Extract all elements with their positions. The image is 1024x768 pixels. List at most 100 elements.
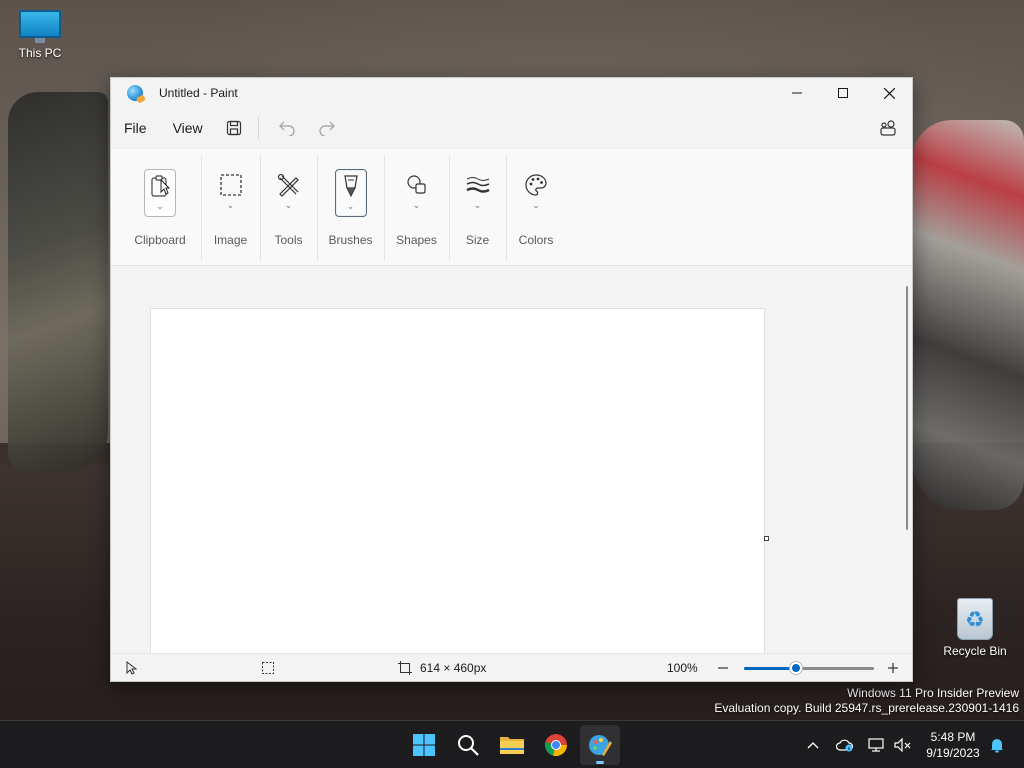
ribbon-group-label: Size bbox=[465, 233, 490, 247]
chevron-down-icon: ⌄ bbox=[156, 201, 164, 211]
desktop-icon-this-pc[interactable]: This PC bbox=[0, 10, 80, 60]
watermark-line-1: Windows 11 Pro Insider Preview bbox=[847, 686, 1019, 700]
chrome-button[interactable] bbox=[536, 725, 576, 765]
colors-button[interactable]: ⌄ bbox=[520, 169, 552, 217]
ribbon-group-brushes: ⌄ Brushes bbox=[317, 149, 384, 265]
notifications-button[interactable] bbox=[986, 721, 1008, 768]
ribbon-group-label: Shapes bbox=[396, 233, 437, 247]
paint-app-icon bbox=[127, 85, 143, 101]
drawing-canvas[interactable] bbox=[150, 308, 765, 655]
search-button[interactable] bbox=[448, 725, 488, 765]
system-clock[interactable]: 5:48 PM 9/19/2023 bbox=[918, 729, 988, 761]
ribbon-group-colors: ⌄ Colors bbox=[506, 149, 566, 265]
ribbon-group-image: ⌄ Image bbox=[201, 149, 260, 265]
this-pc-icon bbox=[19, 10, 61, 43]
menu-separator bbox=[257, 117, 259, 139]
zoom-slider[interactable] bbox=[744, 654, 874, 681]
selection-icon bbox=[262, 662, 274, 674]
bell-icon bbox=[991, 739, 1003, 753]
close-button[interactable] bbox=[866, 78, 912, 108]
ribbon-group-tools: ⌄ Tools bbox=[260, 149, 317, 265]
ribbon-group-label: Colors bbox=[518, 233, 554, 247]
network-icon bbox=[868, 738, 884, 752]
file-explorer-button[interactable] bbox=[492, 725, 532, 765]
network-tray-button[interactable] bbox=[866, 721, 888, 768]
minus-icon bbox=[718, 667, 728, 669]
chevron-down-icon: ⌄ bbox=[226, 200, 235, 210]
zoom-slider-thumb[interactable] bbox=[790, 661, 802, 674]
canvas-size-display: 614 × 460px bbox=[398, 654, 487, 681]
ribbon-group-label: Tools bbox=[274, 233, 303, 247]
paint-taskbar-button[interactable] bbox=[580, 725, 620, 765]
undo-icon bbox=[278, 121, 295, 136]
title-bar[interactable]: Untitled - Paint bbox=[111, 78, 912, 108]
line-width-icon bbox=[465, 177, 490, 193]
plus-icon bbox=[888, 663, 898, 673]
menu-bar: File View bbox=[111, 108, 912, 148]
tools-icon bbox=[277, 173, 299, 197]
watermark-line-2: Evaluation copy. Build 25947.rs_prerelea… bbox=[714, 701, 1019, 715]
chevron-down-icon: ⌄ bbox=[284, 200, 293, 210]
vertical-scrollbar[interactable] bbox=[906, 286, 908, 530]
maximize-button[interactable] bbox=[820, 78, 866, 108]
wallpaper-figure-right bbox=[912, 120, 1024, 510]
volume-tray-button[interactable] bbox=[892, 721, 914, 768]
maximize-icon bbox=[838, 88, 848, 98]
taskbar: 5:48 PM 9/19/2023 bbox=[0, 720, 1024, 768]
os-watermark: Windows 11 Pro Insider Preview Evaluatio… bbox=[714, 686, 1019, 716]
ribbon-group-label: Brushes bbox=[328, 233, 373, 247]
ribbon-group-size: ⌄ Size bbox=[449, 149, 506, 265]
clock-time: 5:48 PM bbox=[930, 730, 976, 744]
palette-icon bbox=[525, 174, 547, 196]
selection-size bbox=[261, 654, 275, 681]
zoom-slider-fill bbox=[744, 666, 796, 670]
shapes-button[interactable]: ⌄ bbox=[401, 169, 433, 217]
menu-view[interactable]: View bbox=[160, 114, 216, 142]
menu-file[interactable]: File bbox=[111, 114, 160, 142]
ribbon-group-clipboard: ⌄ Clipboard bbox=[119, 149, 201, 265]
desktop-icon-label: Recycle Bin bbox=[943, 644, 1007, 658]
start-button[interactable] bbox=[404, 725, 444, 765]
ribbon-group-label: Clipboard bbox=[134, 233, 186, 247]
speaker-muted-icon bbox=[894, 738, 911, 752]
zoom-out-button[interactable] bbox=[717, 654, 729, 681]
selection-icon bbox=[219, 174, 242, 196]
show-hidden-icons-button[interactable] bbox=[802, 721, 824, 768]
people-icon bbox=[880, 120, 896, 136]
zoom-in-button[interactable] bbox=[887, 654, 899, 681]
chevron-down-icon: ⌄ bbox=[473, 200, 482, 210]
pointer-icon bbox=[126, 661, 137, 675]
chrome-icon bbox=[545, 734, 567, 757]
minimize-button[interactable] bbox=[774, 78, 820, 108]
account-button[interactable] bbox=[874, 114, 902, 142]
redo-button[interactable] bbox=[313, 114, 341, 142]
search-icon bbox=[458, 735, 479, 756]
shapes-icon bbox=[406, 175, 426, 194]
undo-button[interactable] bbox=[273, 114, 301, 142]
clipboard-button[interactable]: ⌄ bbox=[144, 169, 176, 217]
cloud-info-icon bbox=[836, 739, 854, 752]
chevron-down-icon: ⌄ bbox=[346, 201, 355, 211]
size-button[interactable]: ⌄ bbox=[462, 169, 494, 217]
cursor-position bbox=[125, 654, 137, 681]
brushes-button[interactable]: ⌄ bbox=[334, 169, 367, 217]
canvas-size-text: 614 × 460px bbox=[420, 661, 487, 675]
save-icon bbox=[226, 120, 241, 136]
recycle-bin-icon bbox=[957, 598, 993, 640]
ribbon-group-shapes: ⌄ Shapes bbox=[384, 149, 449, 265]
zoom-slider-track[interactable] bbox=[744, 661, 874, 674]
chevron-up-icon bbox=[807, 742, 819, 749]
save-button[interactable] bbox=[220, 114, 248, 142]
desktop-icon-recycle-bin[interactable]: Recycle Bin bbox=[935, 598, 1015, 658]
chevron-down-icon: ⌄ bbox=[532, 200, 540, 210]
ribbon-toolbar: ⌄ Clipboard ⌄ Image ⌄ Tools ⌄ Brushes ⌄ … bbox=[111, 148, 912, 266]
window-title: Untitled - Paint bbox=[159, 86, 238, 100]
onedrive-tray-button[interactable] bbox=[834, 721, 856, 768]
wallpaper-figure-left bbox=[8, 92, 108, 472]
brush-icon bbox=[343, 175, 358, 198]
status-bar: 614 × 460px 100% bbox=[111, 653, 912, 681]
tools-button[interactable]: ⌄ bbox=[273, 169, 305, 217]
canvas-resize-handle[interactable] bbox=[764, 536, 769, 541]
image-select-button[interactable]: ⌄ bbox=[215, 169, 247, 217]
canvas-workspace[interactable] bbox=[111, 266, 912, 655]
